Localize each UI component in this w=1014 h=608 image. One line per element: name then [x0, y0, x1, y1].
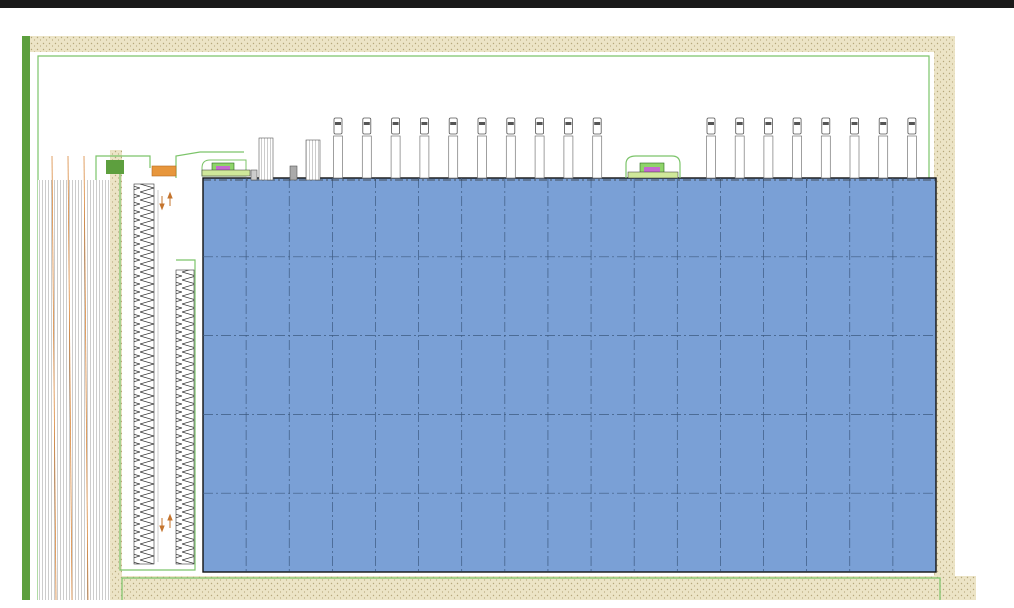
truck-dock	[763, 117, 774, 179]
truck-dock	[361, 117, 372, 179]
green-buffer-strip	[22, 36, 30, 600]
parking-area	[38, 155, 110, 601]
guardhouse-left	[201, 159, 251, 177]
truck-dock	[878, 117, 889, 179]
guardhouse-right	[625, 155, 681, 179]
truck-dock	[477, 117, 487, 179]
stairs	[250, 137, 321, 181]
truck-dock	[592, 117, 603, 179]
truck-docks	[333, 117, 917, 179]
truck-dock	[563, 117, 574, 179]
truck-dock	[706, 117, 716, 179]
truck-dock	[820, 117, 831, 179]
window-top-bar	[0, 0, 1014, 8]
site-plan-drawing	[0, 0, 1014, 608]
truck-dock	[448, 117, 459, 179]
truck-dock	[734, 117, 745, 179]
gate-barrier	[151, 165, 177, 177]
site-plan-svg	[22, 36, 976, 601]
truck-dock	[505, 117, 516, 179]
truck-dock	[333, 117, 343, 179]
truck-dock	[419, 117, 430, 179]
truck-dock	[390, 117, 401, 179]
truck-dock	[534, 117, 545, 179]
green-block	[106, 160, 124, 174]
road-arrows	[159, 191, 173, 533]
warehouse-building	[202, 177, 937, 573]
truck-dock	[849, 117, 860, 179]
truck-dock	[792, 117, 802, 179]
truck-dock	[907, 117, 917, 179]
